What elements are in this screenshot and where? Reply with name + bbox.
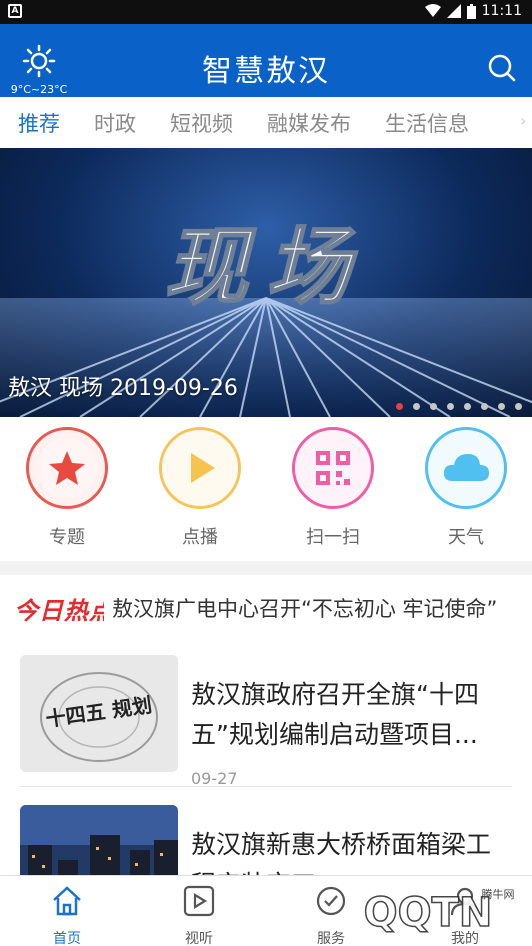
carousel-dot[interactable] xyxy=(430,403,437,410)
tab-short-video[interactable]: 短视频 xyxy=(170,108,233,138)
carousel-dot[interactable] xyxy=(413,403,420,410)
shortcut-scan[interactable]: 扫一扫 xyxy=(288,427,378,549)
qr-icon xyxy=(316,451,350,485)
carousel-indicators xyxy=(396,403,522,410)
carousel-dot[interactable] xyxy=(447,403,454,410)
battery-icon xyxy=(466,3,476,19)
nav-label: 首页 xyxy=(53,931,81,946)
hot-news-ticker[interactable]: 今日热点 敖汉旗广电中心召开“不忘初心 牢记使命” xyxy=(0,575,532,637)
shortcut-label: 专题 xyxy=(49,527,85,548)
search-icon[interactable] xyxy=(488,54,516,82)
play-icon xyxy=(191,453,215,483)
watermark-subtext: 腾牛网 xyxy=(482,887,515,901)
hot-news-tag: 今日热点 xyxy=(14,597,104,625)
shortcut-label: 扫一扫 xyxy=(306,527,360,548)
carousel-dot[interactable] xyxy=(515,403,522,410)
app-title: 智慧敖汉 xyxy=(202,54,330,89)
shortcut-weather[interactable]: 天气 xyxy=(421,427,511,549)
shortcut-topics[interactable]: 专题 xyxy=(22,427,112,549)
signal-icon xyxy=(446,4,461,18)
star-icon xyxy=(37,438,97,498)
banner-caption: 敖汉 现场 2019-09-26 xyxy=(8,376,238,401)
tab-life-info[interactable]: 生活信息 xyxy=(385,108,469,138)
news-thumbnail: 十四五 规划 xyxy=(20,655,178,772)
status-bar: A 11:11 xyxy=(0,0,532,24)
category-tabs: 推荐 时政 短视频 融媒发布 生活信息 › xyxy=(0,97,532,148)
notification-icon: A xyxy=(8,4,22,18)
wifi-icon xyxy=(424,4,441,17)
carousel-dot[interactable] xyxy=(396,403,403,410)
banner-image-text: 现场 xyxy=(164,218,368,316)
tab-recommend[interactable]: 推荐 xyxy=(18,108,60,138)
video-icon xyxy=(183,885,215,917)
shortcut-label: 点播 xyxy=(182,527,218,548)
status-icons: 11:11 xyxy=(424,3,522,19)
news-list: 十四五 规划 敖汉旗政府召开全旗“十四五”规划编制启动暨项目... 09-27 xyxy=(0,637,532,877)
nav-label: 视听 xyxy=(185,931,213,946)
banner-carousel[interactable]: 现场 敖汉 现场 2019-09-26 xyxy=(0,148,532,417)
news-title: 敖汉旗政府召开全旗“十四五”规划编制启动暨项目... xyxy=(191,680,479,749)
watermark-text: QQTN xyxy=(364,890,493,936)
divider xyxy=(20,786,512,787)
cloud-icon xyxy=(443,454,489,481)
carousel-dot[interactable] xyxy=(498,403,505,410)
nav-home[interactable]: 首页 xyxy=(22,884,112,946)
carousel-dot[interactable] xyxy=(481,403,488,410)
news-thumbnail xyxy=(20,805,178,877)
nav-video[interactable]: 视听 xyxy=(154,884,244,946)
shortcut-label: 天气 xyxy=(448,527,484,548)
home-icon xyxy=(53,886,81,916)
shortcut-vod[interactable]: 点播 xyxy=(155,427,245,549)
tab-overflow-fade: › xyxy=(520,111,527,130)
shortcut-grid: 专题 点播 扫一扫 天气 xyxy=(0,417,532,561)
tab-media-release[interactable]: 融媒发布 xyxy=(267,108,351,138)
tab-politics[interactable]: 时政 xyxy=(94,108,136,138)
watermark-logo: QQTN 腾牛网 xyxy=(363,887,515,937)
app-header: 9°C~23°C 智慧敖汉 xyxy=(0,24,532,97)
news-title: 敖汉旗新惠大桥桥面箱梁工程安装完工 xyxy=(191,830,492,877)
carousel-dot[interactable] xyxy=(464,403,471,410)
clock: 11:11 xyxy=(481,3,522,19)
hot-news-headline: 敖汉旗广电中心召开“不忘初心 牢记使命” xyxy=(112,597,498,621)
